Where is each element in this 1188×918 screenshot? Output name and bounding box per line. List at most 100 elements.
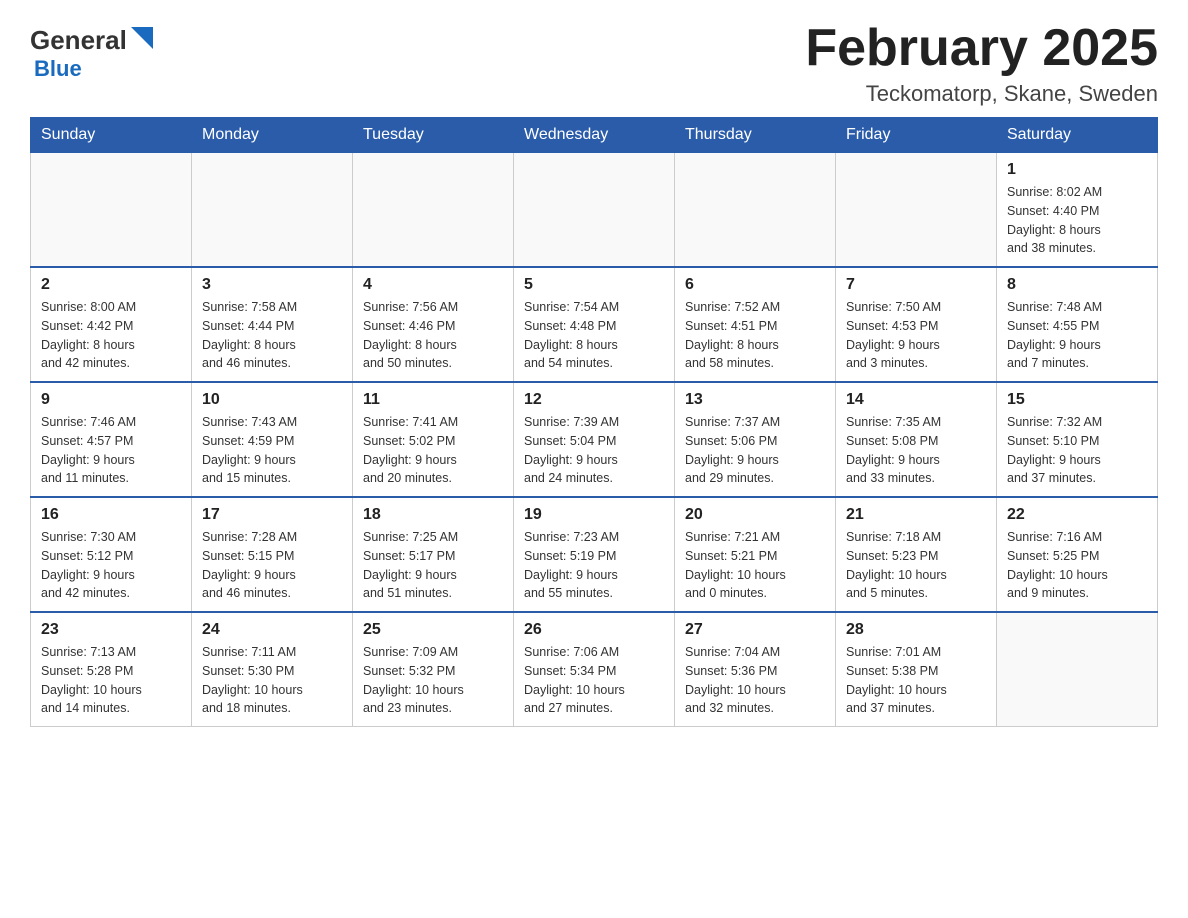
calendar-cell: 8 Sunrise: 7:48 AMSunset: 4:55 PMDaylight… <box>997 267 1158 382</box>
title-section: February 2025 Teckomatorp, Skane, Sweden <box>805 20 1158 107</box>
day-number: 13 <box>685 391 825 409</box>
day-info: Sunrise: 7:04 AMSunset: 5:36 PMDaylight:… <box>685 643 825 718</box>
calendar-cell: 26 Sunrise: 7:06 AMSunset: 5:34 PMDayligh… <box>514 612 675 727</box>
day-info: Sunrise: 8:02 AMSunset: 4:40 PMDaylight:… <box>1007 183 1147 258</box>
day-number: 1 <box>1007 161 1147 179</box>
day-info: Sunrise: 7:30 AMSunset: 5:12 PMDaylight:… <box>41 528 181 603</box>
day-info: Sunrise: 7:52 AMSunset: 4:51 PMDaylight:… <box>685 298 825 373</box>
col-header-saturday: Saturday <box>997 118 1158 153</box>
calendar-cell <box>836 153 997 268</box>
calendar-cell: 21Sunrise: 7:18 AMSunset: 5:23 PMDayligh… <box>836 497 997 612</box>
day-number: 5 <box>524 276 664 294</box>
day-info: Sunrise: 7:11 AMSunset: 5:30 PMDaylight:… <box>202 643 342 718</box>
day-number: 17 <box>202 506 342 524</box>
day-info: Sunrise: 7:39 AMSunset: 5:04 PMDaylight:… <box>524 413 664 488</box>
calendar-cell: 12Sunrise: 7:39 AMSunset: 5:04 PMDayligh… <box>514 382 675 497</box>
day-info: Sunrise: 8:00 AMSunset: 4:42 PMDaylight:… <box>41 298 181 373</box>
day-number: 28 <box>846 621 986 639</box>
day-info: Sunrise: 7:43 AMSunset: 4:59 PMDaylight:… <box>202 413 342 488</box>
calendar-cell: 18Sunrise: 7:25 AMSunset: 5:17 PMDayligh… <box>353 497 514 612</box>
day-info: Sunrise: 7:37 AMSunset: 5:06 PMDaylight:… <box>685 413 825 488</box>
day-number: 11 <box>363 391 503 409</box>
day-number: 6 <box>685 276 825 294</box>
logo: General Blue <box>30 20 153 82</box>
col-header-tuesday: Tuesday <box>353 118 514 153</box>
col-header-thursday: Thursday <box>675 118 836 153</box>
logo-text-general: General <box>30 27 127 53</box>
day-info: Sunrise: 7:32 AMSunset: 5:10 PMDaylight:… <box>1007 413 1147 488</box>
day-info: Sunrise: 7:56 AMSunset: 4:46 PMDaylight:… <box>363 298 503 373</box>
month-title: February 2025 <box>805 20 1158 77</box>
day-number: 27 <box>685 621 825 639</box>
calendar-cell: 10 Sunrise: 7:43 AMSunset: 4:59 PMDayligh… <box>192 382 353 497</box>
calendar-cell <box>675 153 836 268</box>
day-info: Sunrise: 7:35 AMSunset: 5:08 PMDaylight:… <box>846 413 986 488</box>
day-number: 9 <box>41 391 181 409</box>
calendar-cell: 1 Sunrise: 8:02 AMSunset: 4:40 PMDaylight… <box>997 153 1158 268</box>
calendar-cell: 4 Sunrise: 7:56 AMSunset: 4:46 PMDaylight… <box>353 267 514 382</box>
day-info: Sunrise: 7:25 AMSunset: 5:17 PMDaylight:… <box>363 528 503 603</box>
day-info: Sunrise: 7:21 AMSunset: 5:21 PMDaylight:… <box>685 528 825 603</box>
day-number: 24 <box>202 621 342 639</box>
calendar-cell: 17Sunrise: 7:28 AMSunset: 5:15 PMDayligh… <box>192 497 353 612</box>
day-info: Sunrise: 7:48 AMSunset: 4:55 PMDaylight:… <box>1007 298 1147 373</box>
calendar-cell: 28 Sunrise: 7:01 AMSunset: 5:38 PMDayligh… <box>836 612 997 727</box>
day-info: Sunrise: 7:50 AMSunset: 4:53 PMDaylight:… <box>846 298 986 373</box>
col-header-friday: Friday <box>836 118 997 153</box>
page-header: General Blue February 2025 Teckomatorp, … <box>30 20 1158 107</box>
calendar-cell: 13 Sunrise: 7:37 AMSunset: 5:06 PMDayligh… <box>675 382 836 497</box>
calendar-cell: 19 Sunrise: 7:23 AMSunset: 5:19 PMDayligh… <box>514 497 675 612</box>
calendar-cell: 5 Sunrise: 7:54 AMSunset: 4:48 PMDaylight… <box>514 267 675 382</box>
location-text: Teckomatorp, Skane, Sweden <box>805 81 1158 107</box>
day-info: Sunrise: 7:06 AMSunset: 5:34 PMDaylight:… <box>524 643 664 718</box>
calendar-cell: 14 Sunrise: 7:35 AMSunset: 5:08 PMDayligh… <box>836 382 997 497</box>
day-number: 8 <box>1007 276 1147 294</box>
day-info: Sunrise: 7:16 AMSunset: 5:25 PMDaylight:… <box>1007 528 1147 603</box>
day-info: Sunrise: 7:58 AMSunset: 4:44 PMDaylight:… <box>202 298 342 373</box>
day-info: Sunrise: 7:54 AMSunset: 4:48 PMDaylight:… <box>524 298 664 373</box>
calendar-table: SundayMondayTuesdayWednesdayThursdayFrid… <box>30 117 1158 727</box>
day-info: Sunrise: 7:18 AMSunset: 5:23 PMDaylight:… <box>846 528 986 603</box>
calendar-cell: 11Sunrise: 7:41 AMSunset: 5:02 PMDayligh… <box>353 382 514 497</box>
day-info: Sunrise: 7:01 AMSunset: 5:38 PMDaylight:… <box>846 643 986 718</box>
day-info: Sunrise: 7:09 AMSunset: 5:32 PMDaylight:… <box>363 643 503 718</box>
calendar-cell <box>997 612 1158 727</box>
calendar-week-row: 9Sunrise: 7:46 AMSunset: 4:57 PMDaylight… <box>31 382 1158 497</box>
col-header-wednesday: Wednesday <box>514 118 675 153</box>
day-number: 2 <box>41 276 181 294</box>
calendar-cell <box>514 153 675 268</box>
day-number: 25 <box>363 621 503 639</box>
calendar-week-row: 2 Sunrise: 8:00 AMSunset: 4:42 PMDaylight… <box>31 267 1158 382</box>
day-number: 4 <box>363 276 503 294</box>
day-number: 26 <box>524 621 664 639</box>
day-number: 10 <box>202 391 342 409</box>
calendar-cell: 9Sunrise: 7:46 AMSunset: 4:57 PMDaylight… <box>31 382 192 497</box>
day-info: Sunrise: 7:13 AMSunset: 5:28 PMDaylight:… <box>41 643 181 718</box>
day-number: 20 <box>685 506 825 524</box>
calendar-cell: 25 Sunrise: 7:09 AMSunset: 5:32 PMDayligh… <box>353 612 514 727</box>
calendar-cell: 3 Sunrise: 7:58 AMSunset: 4:44 PMDaylight… <box>192 267 353 382</box>
calendar-cell: 20 Sunrise: 7:21 AMSunset: 5:21 PMDayligh… <box>675 497 836 612</box>
calendar-cell: 16 Sunrise: 7:30 AMSunset: 5:12 PMDayligh… <box>31 497 192 612</box>
calendar-cell: 6 Sunrise: 7:52 AMSunset: 4:51 PMDaylight… <box>675 267 836 382</box>
calendar-week-row: 23Sunrise: 7:13 AMSunset: 5:28 PMDayligh… <box>31 612 1158 727</box>
calendar-header-row: SundayMondayTuesdayWednesdayThursdayFrid… <box>31 118 1158 153</box>
day-number: 22 <box>1007 506 1147 524</box>
day-info: Sunrise: 7:23 AMSunset: 5:19 PMDaylight:… <box>524 528 664 603</box>
calendar-cell: 23Sunrise: 7:13 AMSunset: 5:28 PMDayligh… <box>31 612 192 727</box>
day-number: 15 <box>1007 391 1147 409</box>
col-header-sunday: Sunday <box>31 118 192 153</box>
day-number: 7 <box>846 276 986 294</box>
calendar-cell: 27 Sunrise: 7:04 AMSunset: 5:36 PMDayligh… <box>675 612 836 727</box>
calendar-cell: 2 Sunrise: 8:00 AMSunset: 4:42 PMDaylight… <box>31 267 192 382</box>
calendar-cell: 22 Sunrise: 7:16 AMSunset: 5:25 PMDayligh… <box>997 497 1158 612</box>
day-number: 3 <box>202 276 342 294</box>
calendar-cell: 15 Sunrise: 7:32 AMSunset: 5:10 PMDayligh… <box>997 382 1158 497</box>
logo-text-blue: Blue <box>34 56 82 82</box>
col-header-monday: Monday <box>192 118 353 153</box>
day-number: 14 <box>846 391 986 409</box>
calendar-cell: 24 Sunrise: 7:11 AMSunset: 5:30 PMDayligh… <box>192 612 353 727</box>
day-number: 16 <box>41 506 181 524</box>
day-number: 19 <box>524 506 664 524</box>
calendar-cell <box>353 153 514 268</box>
